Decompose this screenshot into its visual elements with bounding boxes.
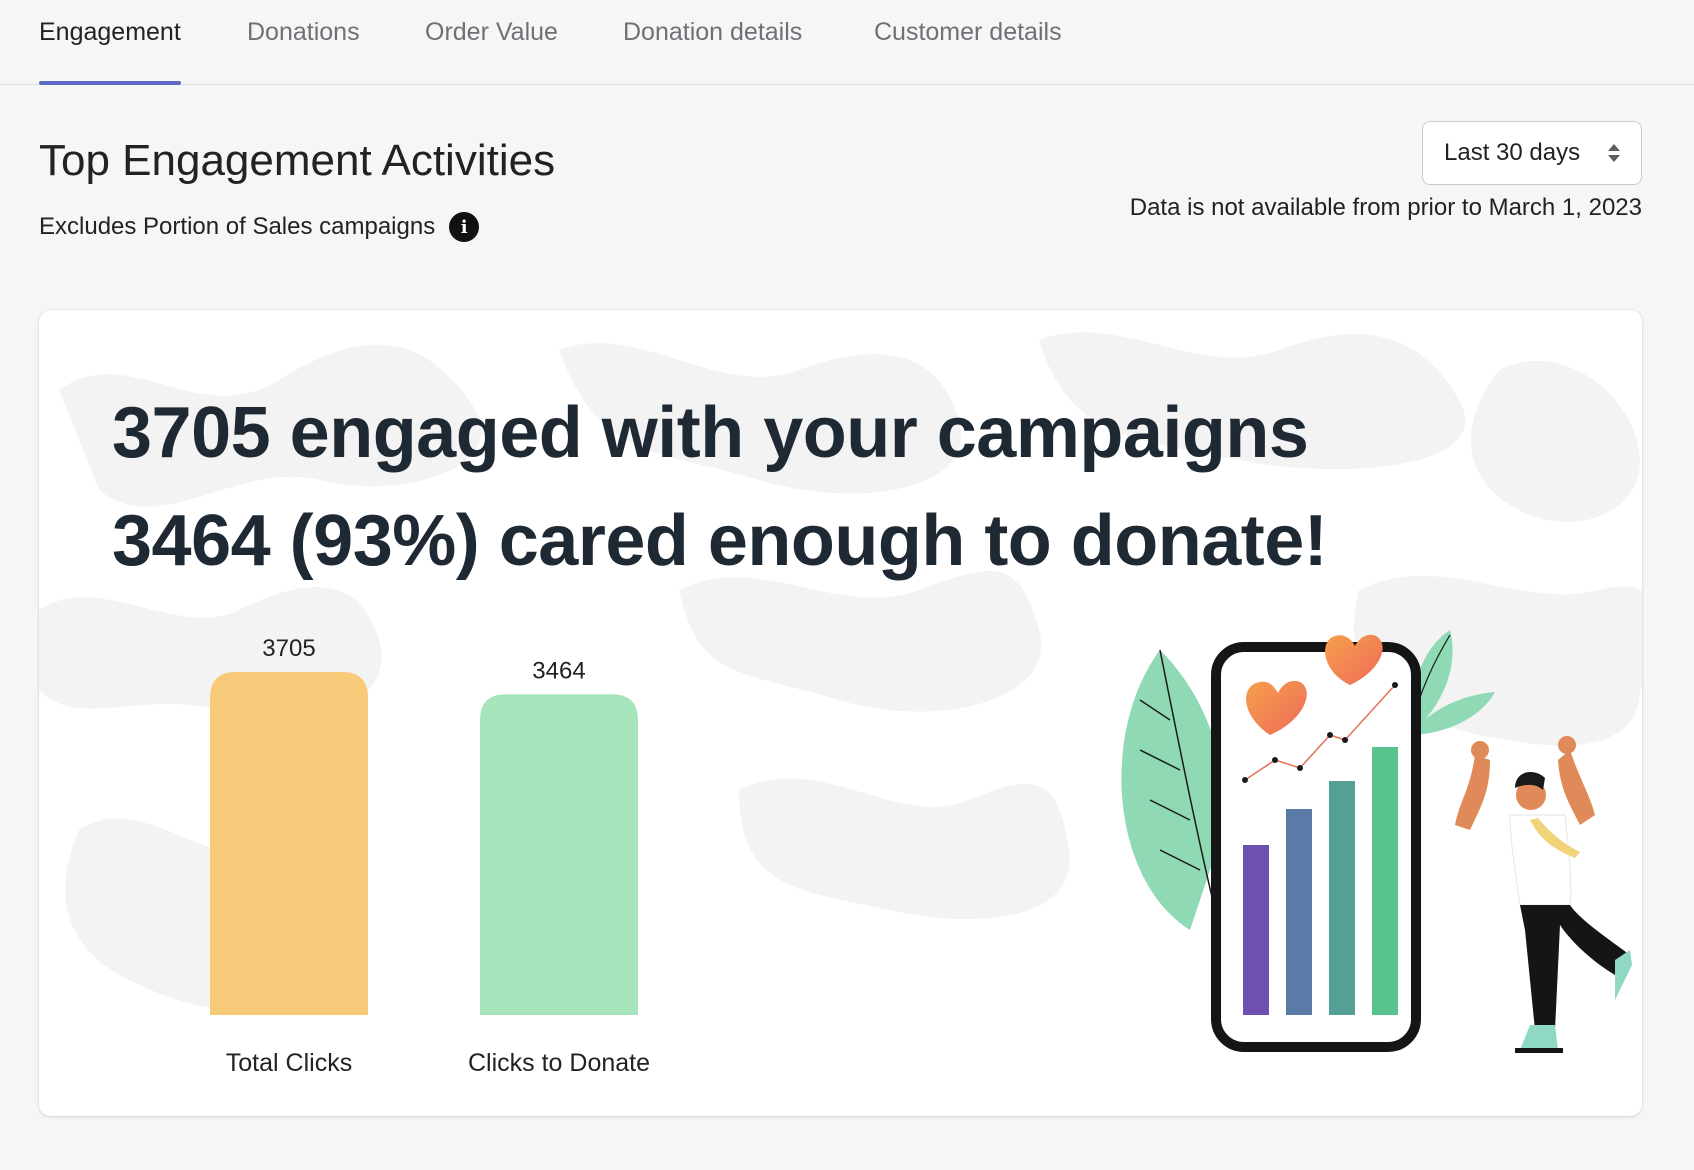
subtitle-text: Excludes Portion of Sales campaigns — [39, 213, 436, 240]
bar-category-label: Total Clicks — [226, 1049, 352, 1077]
tab-label: Donations — [247, 18, 360, 46]
date-range-value: Last 30 days — [1444, 139, 1581, 166]
phone-celebration-illustration — [1121, 630, 1632, 1053]
tab-customer-details[interactable]: Customer details — [874, 18, 1062, 85]
info-icon[interactable]: i — [449, 212, 480, 242]
tab-label: Engagement — [39, 18, 181, 46]
engagement-card: 3705 Total Clicks 3464 Clicks to Donate — [39, 310, 1642, 1116]
bar-category-label: Clicks to Donate — [468, 1049, 650, 1077]
tab-donation-details[interactable]: Donation details — [623, 18, 802, 85]
updown-chevron-icon — [1608, 144, 1620, 162]
bar-total-clicks[interactable] — [210, 672, 368, 1015]
headline-engaged: 3705 engaged with your campaigns — [112, 393, 1309, 473]
active-tab-indicator — [39, 81, 181, 85]
tab-order-value[interactable]: Order Value — [425, 18, 558, 85]
tab-engagement[interactable]: Engagement — [39, 18, 181, 85]
page-subtitle: Excludes Portion of Sales campaigns i — [39, 212, 480, 242]
tab-label: Donation details — [623, 18, 803, 46]
page-title: Top Engagement Activities — [39, 136, 556, 185]
date-range-select[interactable]: Last 30 days — [1422, 121, 1642, 185]
headline-donated: 3464 (93%) cared enough to donate! — [112, 501, 1328, 581]
bar-clicks-to-donate[interactable] — [480, 694, 638, 1015]
celebrating-person-icon — [1455, 736, 1632, 1053]
tab-label: Order Value — [425, 18, 558, 46]
tab-bar: Engagement Donations Order Value Donatio… — [0, 0, 1694, 85]
tab-donations[interactable]: Donations — [247, 18, 360, 85]
bar-value-label: 3705 — [262, 635, 315, 662]
data-availability-note: Data is not available from prior to Marc… — [1129, 194, 1642, 221]
bar-value-label: 3464 — [532, 657, 585, 684]
tab-label: Customer details — [874, 18, 1062, 46]
